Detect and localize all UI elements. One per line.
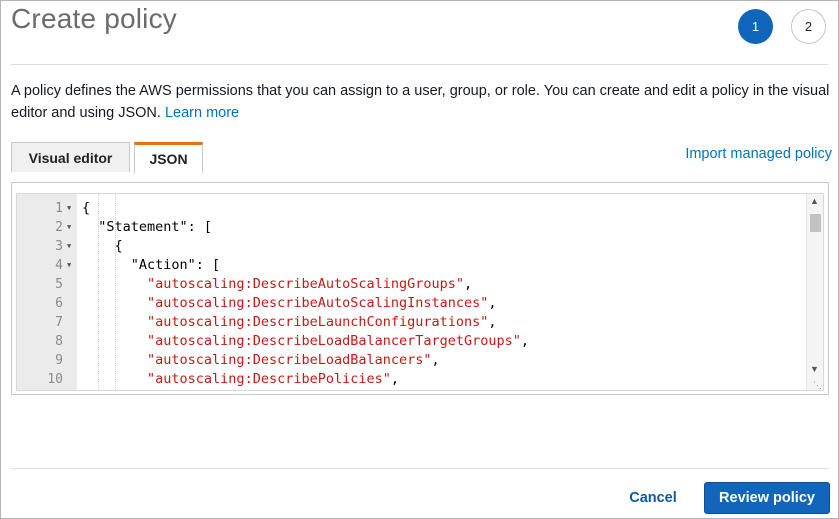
fold-arrow-icon[interactable]: ▼ [67, 218, 71, 237]
scroll-up-icon[interactable]: ▲ [810, 196, 819, 206]
code-line: 2 ▼ "Statement": [ [17, 218, 797, 237]
json-string: "autoscaling:DescribeAutoScalingGroups" [147, 276, 465, 292]
code-token: { [82, 200, 91, 216]
code-token: , [464, 276, 473, 292]
code-text: "autoscaling:DescribePolicies", [82, 370, 399, 389]
header-divider [11, 64, 828, 65]
create-policy-page: Create policy 1 2 A policy defines the A… [0, 0, 839, 519]
code-line: 1 ▼ { [17, 199, 797, 218]
scroll-down-icon[interactable]: ▼ [810, 364, 819, 374]
json-editor-panel: ▲ ▼ ⋱ 1 ▼ {2 ▼ "Statement": [ 3 ▼ {4 ▼ "Action… [11, 182, 829, 395]
code-line: 7 "autoscaling:DescribeLaunchConfigurati… [17, 313, 797, 332]
json-string: "autoscaling:DescribeAutoScalingInstance… [147, 295, 489, 311]
resize-handle-icon[interactable]: ⋱ [813, 381, 822, 390]
line-number: 10 [47, 372, 63, 387]
editor-scrollbar[interactable]: ▲ ▼ ⋱ [806, 194, 823, 390]
code-token: , [431, 352, 440, 368]
line-number: 4 [55, 258, 63, 273]
scrollbar-thumb[interactable] [810, 214, 821, 232]
code-text: "Statement": [ [82, 218, 212, 237]
code-text: "autoscaling:DescribeAutoScalingGroups", [82, 275, 472, 294]
code-line: 10 "autoscaling:DescribePolicies", [17, 370, 797, 389]
import-managed-policy-link[interactable]: Import managed policy [685, 146, 832, 162]
code-text: "autoscaling:DescribeLaunchConfiguration… [82, 313, 497, 332]
code-token: , [390, 371, 400, 387]
code-token: , [520, 333, 530, 349]
code-text: "Action": [ [82, 256, 220, 275]
json-string: "autoscaling:DescribeLoadBalancerTargetG… [147, 333, 521, 349]
code-line: 8 "autoscaling:DescribeLoadBalancerTarge… [17, 332, 797, 351]
code-text: "autoscaling:DescribeLoadBalancers", [82, 351, 440, 370]
code-token: "Action": [ [130, 257, 221, 273]
code-token: , [488, 314, 497, 330]
line-number: 5 [55, 277, 63, 292]
code-line: 4 ▼ "Action": [ [17, 256, 797, 275]
code-text: "autoscaling:DescribeLoadBalancerTargetG… [82, 332, 529, 351]
step-2-indicator: 2 [791, 9, 826, 44]
tab-visual-editor[interactable]: Visual editor [11, 142, 130, 172]
learn-more-link[interactable]: Learn more [165, 105, 239, 121]
line-number: 7 [55, 315, 63, 330]
fold-arrow-icon[interactable]: ▼ [67, 256, 71, 275]
code-line: 3 ▼ { [17, 237, 797, 256]
code-token: { [114, 238, 123, 254]
cancel-button[interactable]: Cancel [618, 485, 688, 511]
fold-arrow-icon[interactable]: ▼ [67, 237, 71, 256]
tab-json[interactable]: JSON [134, 142, 203, 173]
code-line: 9 "autoscaling:DescribeLoadBalancers", [17, 351, 797, 370]
code-token: , [488, 295, 497, 311]
line-number: 6 [55, 296, 63, 311]
code-token: "Statement": [ [98, 219, 213, 235]
json-string: "autoscaling:DescribePolicies" [147, 371, 391, 387]
code-text: { [82, 199, 90, 218]
review-policy-button[interactable]: Review policy [704, 482, 830, 514]
fold-arrow-icon[interactable]: ▼ [67, 199, 71, 218]
line-number: 8 [55, 334, 63, 349]
line-number: 2 [55, 220, 63, 235]
page-title: Create policy [11, 3, 178, 34]
code-line: 6 "autoscaling:DescribeAutoScalingInstan… [17, 294, 797, 313]
footer-divider [11, 468, 828, 469]
json-code-editor[interactable]: ▲ ▼ ⋱ 1 ▼ {2 ▼ "Statement": [ 3 ▼ {4 ▼ "Action… [16, 193, 824, 391]
step-1-indicator: 1 [738, 9, 773, 44]
json-string: "autoscaling:DescribeLoadBalancers" [147, 352, 432, 368]
json-string: "autoscaling:DescribeLaunchConfiguration… [147, 314, 489, 330]
line-number: 1 [55, 201, 63, 216]
policy-description: A policy defines the AWS permissions tha… [11, 80, 831, 124]
code-line: 5 "autoscaling:DescribeAutoScalingGroups… [17, 275, 797, 294]
description-text: A policy defines the AWS permissions tha… [11, 83, 830, 121]
code-text: "autoscaling:DescribeAutoScalingInstance… [82, 294, 497, 313]
code-text: { [82, 237, 123, 256]
line-number: 9 [55, 353, 63, 368]
line-number: 3 [55, 239, 63, 254]
